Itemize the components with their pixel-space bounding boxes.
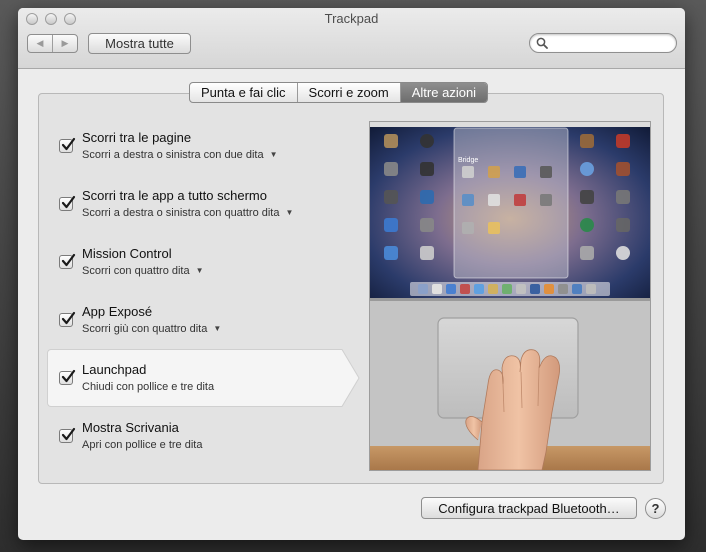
tab-scroll-and-zoom[interactable]: Scorri e zoom <box>296 83 400 102</box>
window-title: Trackpad <box>324 11 379 26</box>
checkmark-icon <box>61 369 76 383</box>
chevron-down-icon: ▼ <box>213 324 222 333</box>
gesture-checkbox[interactable] <box>59 195 76 211</box>
gesture-title: App Exposé <box>82 304 153 319</box>
selection-arrow <box>338 349 360 407</box>
title-bar: Trackpad ◀ ▶ Mostra tutte <box>18 8 685 69</box>
gesture-checkbox[interactable] <box>59 253 76 269</box>
search-field[interactable] <box>529 33 677 53</box>
forward-icon[interactable]: ▶ <box>52 35 77 52</box>
gesture-subtitle: Scorri giù con quattro dita <box>82 323 208 335</box>
show-all-button[interactable]: Mostra tutte <box>88 33 191 54</box>
preferences-window: Trackpad ◀ ▶ Mostra tutte Punta e fai cl… <box>18 8 685 540</box>
search-input[interactable] <box>552 35 674 53</box>
checkmark-icon <box>61 137 76 151</box>
gesture-subtitle: Chiudi con pollice e tre dita <box>82 381 215 393</box>
gesture-checkbox[interactable] <box>59 427 76 443</box>
gesture-title: Mostra Scrivania <box>82 420 179 435</box>
gesture-subtitle: Apri con pollice e tre dita <box>82 439 203 451</box>
gesture-checkbox[interactable] <box>59 369 76 385</box>
chevron-down-icon: ▼ <box>269 150 278 159</box>
gesture-option-dropdown[interactable]: Scorri a destra o sinistra con due dita ▼ <box>82 149 278 161</box>
gesture-app-expose[interactable]: App Exposé Scorri giù con quattro dita ▼ <box>47 292 369 348</box>
launchpad-demo-illustration: Bridge <box>370 122 650 470</box>
launchpad-folder-label: Bridge <box>458 157 478 164</box>
checkmark-icon <box>61 195 76 209</box>
tab-more-gestures[interactable]: Altre azioni <box>399 83 488 102</box>
gesture-title: Scorri tra le app a tutto schermo <box>82 188 267 203</box>
tab-point-and-click[interactable]: Punta e fai clic <box>190 83 297 102</box>
gesture-title: Mission Control <box>82 246 172 261</box>
checkmark-icon <box>61 427 76 441</box>
gesture-preview-video: Bridge <box>369 121 651 471</box>
gesture-option-dropdown[interactable]: Scorri giù con quattro dita ▼ <box>82 323 221 335</box>
gesture-subtitle: Scorri a destra o sinistra con quattro d… <box>82 207 280 219</box>
gesture-title: Launchpad <box>82 362 147 377</box>
back-forward-control: ◀ ▶ <box>27 34 78 53</box>
gesture-checkbox[interactable] <box>59 311 76 327</box>
checkmark-icon <box>61 253 76 267</box>
gesture-swipe-between-pages[interactable]: Scorri tra le pagine Scorri a destra o s… <box>47 118 369 174</box>
selection-highlight <box>47 349 339 407</box>
gesture-show-desktop[interactable]: Mostra Scrivania Apri con pollice e tre … <box>47 408 369 464</box>
gesture-mission-control[interactable]: Mission Control Scorri con quattro dita ▼ <box>47 234 369 290</box>
checkmark-icon <box>61 311 76 325</box>
help-button[interactable]: ? <box>645 498 666 519</box>
gesture-subtitle: Scorri con quattro dita <box>82 265 190 277</box>
search-icon <box>536 37 548 49</box>
gesture-title: Scorri tra le pagine <box>82 130 192 145</box>
gesture-option-dropdown[interactable]: Scorri con quattro dita ▼ <box>82 265 204 277</box>
chevron-down-icon: ▼ <box>195 266 204 275</box>
gesture-option-dropdown[interactable]: Scorri a destra o sinistra con quattro d… <box>82 207 293 219</box>
back-icon[interactable]: ◀ <box>28 35 52 52</box>
gesture-swipe-between-fullscreen-apps[interactable]: Scorri tra le app a tutto schermo Scorri… <box>47 176 369 232</box>
gesture-subtitle: Scorri a destra o sinistra con due dita <box>82 149 264 161</box>
gesture-launchpad[interactable]: Launchpad Chiudi con pollice e tre dita <box>47 349 369 407</box>
configure-bluetooth-trackpad-button[interactable]: Configura trackpad Bluetooth… <box>421 497 637 519</box>
tab-bar: Punta e fai clic Scorri e zoom Altre azi… <box>189 82 489 103</box>
chevron-down-icon: ▼ <box>285 208 294 217</box>
gesture-checkbox[interactable] <box>59 137 76 153</box>
